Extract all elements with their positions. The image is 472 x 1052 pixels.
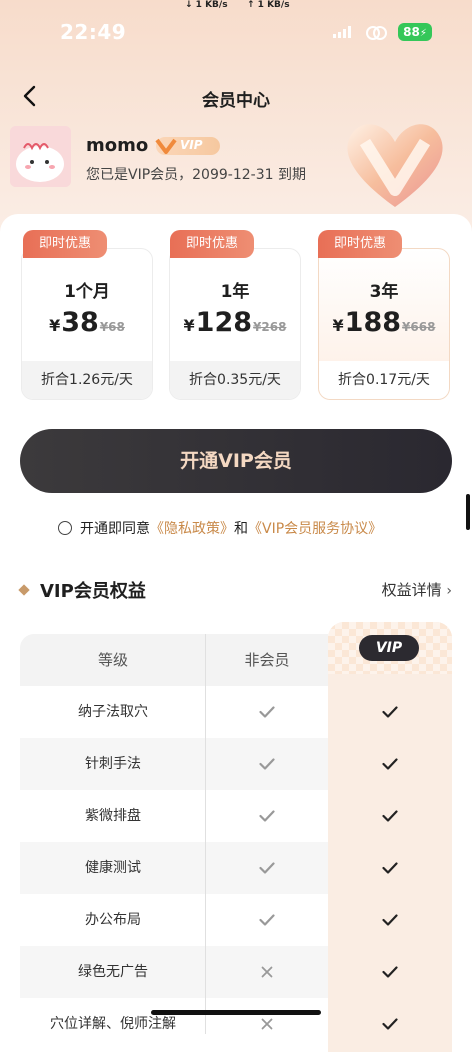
vip-check-icon bbox=[328, 998, 452, 1050]
agreement-checkbox[interactable] bbox=[58, 521, 72, 535]
free-cross-icon bbox=[206, 998, 328, 1034]
agreement-and: 和 bbox=[234, 521, 248, 537]
feature-name: 健康测试 bbox=[85, 860, 141, 876]
plan-daily-cost: 折合1.26元/天 bbox=[22, 361, 152, 399]
benefits-detail-link[interactable]: 权益详情 › bbox=[382, 579, 452, 600]
promo-tag: 即时优惠 bbox=[318, 230, 402, 258]
table-row: 纳子法取穴 bbox=[20, 686, 328, 738]
feature-name: 穴位详解、倪师注解 bbox=[50, 1016, 176, 1032]
plan-daily-cost: 折合0.17元/天 bbox=[319, 361, 449, 399]
promo-tag: 即时优惠 bbox=[23, 230, 107, 258]
benefits-title: VIP会员权益 bbox=[18, 577, 146, 603]
table-header: 等级 非会员 bbox=[20, 634, 328, 686]
avatar[interactable] bbox=[10, 126, 71, 187]
feature-name: 绿色无广告 bbox=[78, 964, 148, 980]
table-row: 健康测试 bbox=[20, 842, 328, 894]
status-bar: 22:49 ↓ 1 KB/s ↑ 1 KB/s 88⚡ bbox=[0, 0, 472, 60]
column-header-level: 等级 bbox=[97, 651, 128, 669]
activate-vip-button[interactable]: 开通VIP会员 bbox=[20, 429, 452, 493]
free-cross-icon bbox=[206, 946, 328, 998]
column-header-free: 非会员 bbox=[244, 651, 290, 669]
vip-column-header: VIP bbox=[328, 622, 452, 674]
table-row: 针刺手法 bbox=[20, 738, 328, 790]
plan-card-1-month[interactable]: 1个月 ¥38¥68 折合1.26元/天 bbox=[21, 248, 153, 400]
feature-name: 针刺手法 bbox=[85, 756, 141, 772]
feature-name: 纳子法取穴 bbox=[78, 704, 148, 720]
service-agreement-link[interactable]: 《VIP会员服务协议》 bbox=[248, 521, 382, 537]
table-row: 穴位详解、倪师注解 bbox=[20, 998, 328, 1034]
upload-speed: ↑ 1 KB/s bbox=[247, 0, 290, 10]
free-check-icon bbox=[206, 686, 328, 738]
free-check-icon bbox=[206, 790, 328, 842]
vip-check-icon bbox=[328, 686, 452, 738]
table-row: 紫微排盘 bbox=[20, 790, 328, 842]
plan-card-1-year[interactable]: 1年 ¥128¥268 折合0.35元/天 bbox=[169, 248, 301, 400]
vip-check-icon bbox=[328, 790, 452, 842]
diamond-icon bbox=[18, 584, 30, 596]
battery-indicator: 88⚡ bbox=[398, 23, 432, 41]
page-title: 会员中心 bbox=[202, 91, 270, 111]
agreement-text: 开通即同意 bbox=[80, 521, 150, 537]
vip-check-icon bbox=[328, 894, 452, 946]
table-row: 办公布局 bbox=[20, 894, 328, 946]
download-speed: ↓ 1 KB/s bbox=[185, 0, 228, 10]
avatar-image bbox=[10, 126, 71, 187]
plan-price: ¥188¥668 bbox=[332, 307, 436, 338]
vip-column-label: VIP bbox=[359, 635, 419, 661]
plan-duration: 3年 bbox=[369, 282, 399, 302]
vip-check-icon bbox=[328, 946, 452, 998]
chevron-right-icon: › bbox=[446, 583, 452, 599]
membership-status: 您已是VIP会员，2099-12-31 到期 bbox=[86, 167, 306, 183]
vip-heart-emblem-icon bbox=[347, 124, 443, 207]
promo-tag: 即时优惠 bbox=[170, 230, 254, 258]
benefits-table: 等级 非会员 纳子法取穴针刺手法紫微排盘健康测试办公布局绿色无广告穴位详解、倪师… bbox=[20, 622, 452, 1052]
vip-check-icon bbox=[328, 738, 452, 790]
plan-price: ¥128¥268 bbox=[183, 307, 287, 338]
plan-duration: 1年 bbox=[220, 282, 250, 302]
agreement-row: 开通即同意《隐私政策》和《VIP会员服务协议》 bbox=[58, 518, 382, 538]
plan-daily-cost: 折合0.35元/天 bbox=[170, 361, 300, 399]
home-indicator bbox=[151, 1010, 321, 1015]
feature-name: 办公布局 bbox=[85, 912, 141, 928]
feature-name: 紫微排盘 bbox=[85, 808, 141, 824]
plan-card-3-year[interactable]: 3年 ¥188¥668 折合0.17元/天 bbox=[318, 248, 450, 400]
vip-check-icon bbox=[328, 842, 452, 894]
vip-badge: VIP bbox=[155, 137, 220, 155]
plan-price: ¥38¥68 bbox=[49, 307, 125, 338]
plan-duration: 1个月 bbox=[64, 282, 110, 302]
clock: 22:49 bbox=[60, 20, 127, 44]
username: momo bbox=[86, 135, 149, 156]
free-check-icon bbox=[206, 842, 328, 894]
vip-heart-icon bbox=[155, 138, 177, 154]
scrollbar[interactable] bbox=[466, 494, 470, 530]
free-check-icon bbox=[206, 894, 328, 946]
table-row: 绿色无广告 bbox=[20, 946, 328, 998]
signal-wifi-icon bbox=[333, 26, 387, 40]
privacy-policy-link[interactable]: 《隐私政策》 bbox=[150, 521, 234, 537]
free-check-icon bbox=[206, 738, 328, 790]
